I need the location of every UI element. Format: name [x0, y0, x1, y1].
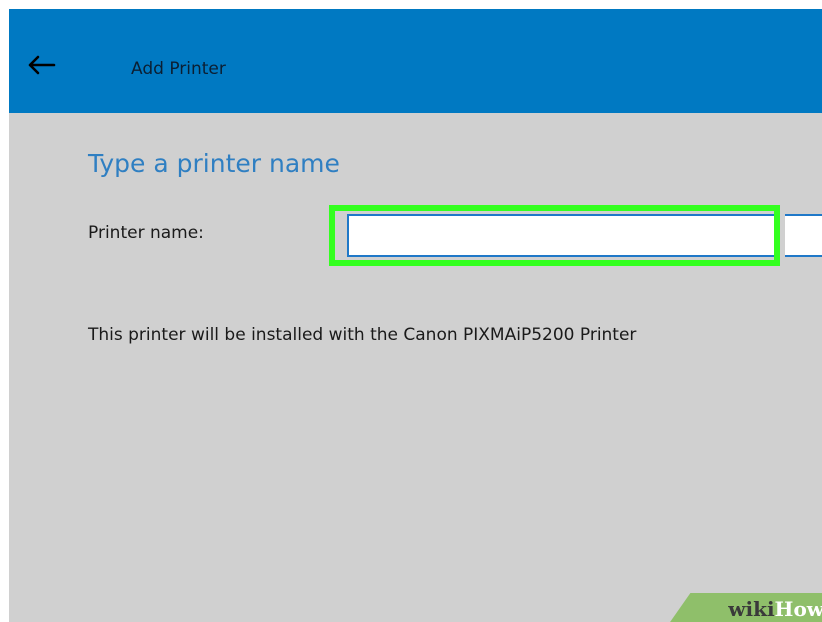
highlight-box: [329, 205, 780, 266]
window-title: Add Printer: [131, 59, 226, 79]
printer-name-field-overflow: [785, 214, 822, 257]
printer-name-label: Printer name:: [88, 223, 204, 243]
back-button[interactable]: [21, 50, 61, 80]
watermark-wiki: wiki: [728, 597, 775, 621]
arrow-left-icon: [28, 55, 56, 75]
title-bar: Add Printer: [9, 9, 822, 113]
watermark-how: How: [774, 597, 822, 621]
page-heading: Type a printer name: [88, 149, 340, 178]
driver-info-text: This printer will be installed with the …: [88, 325, 637, 345]
wikihow-watermark: wiki How: [668, 593, 822, 622]
dialog-window: Add Printer Type a printer name Printer …: [9, 9, 822, 622]
